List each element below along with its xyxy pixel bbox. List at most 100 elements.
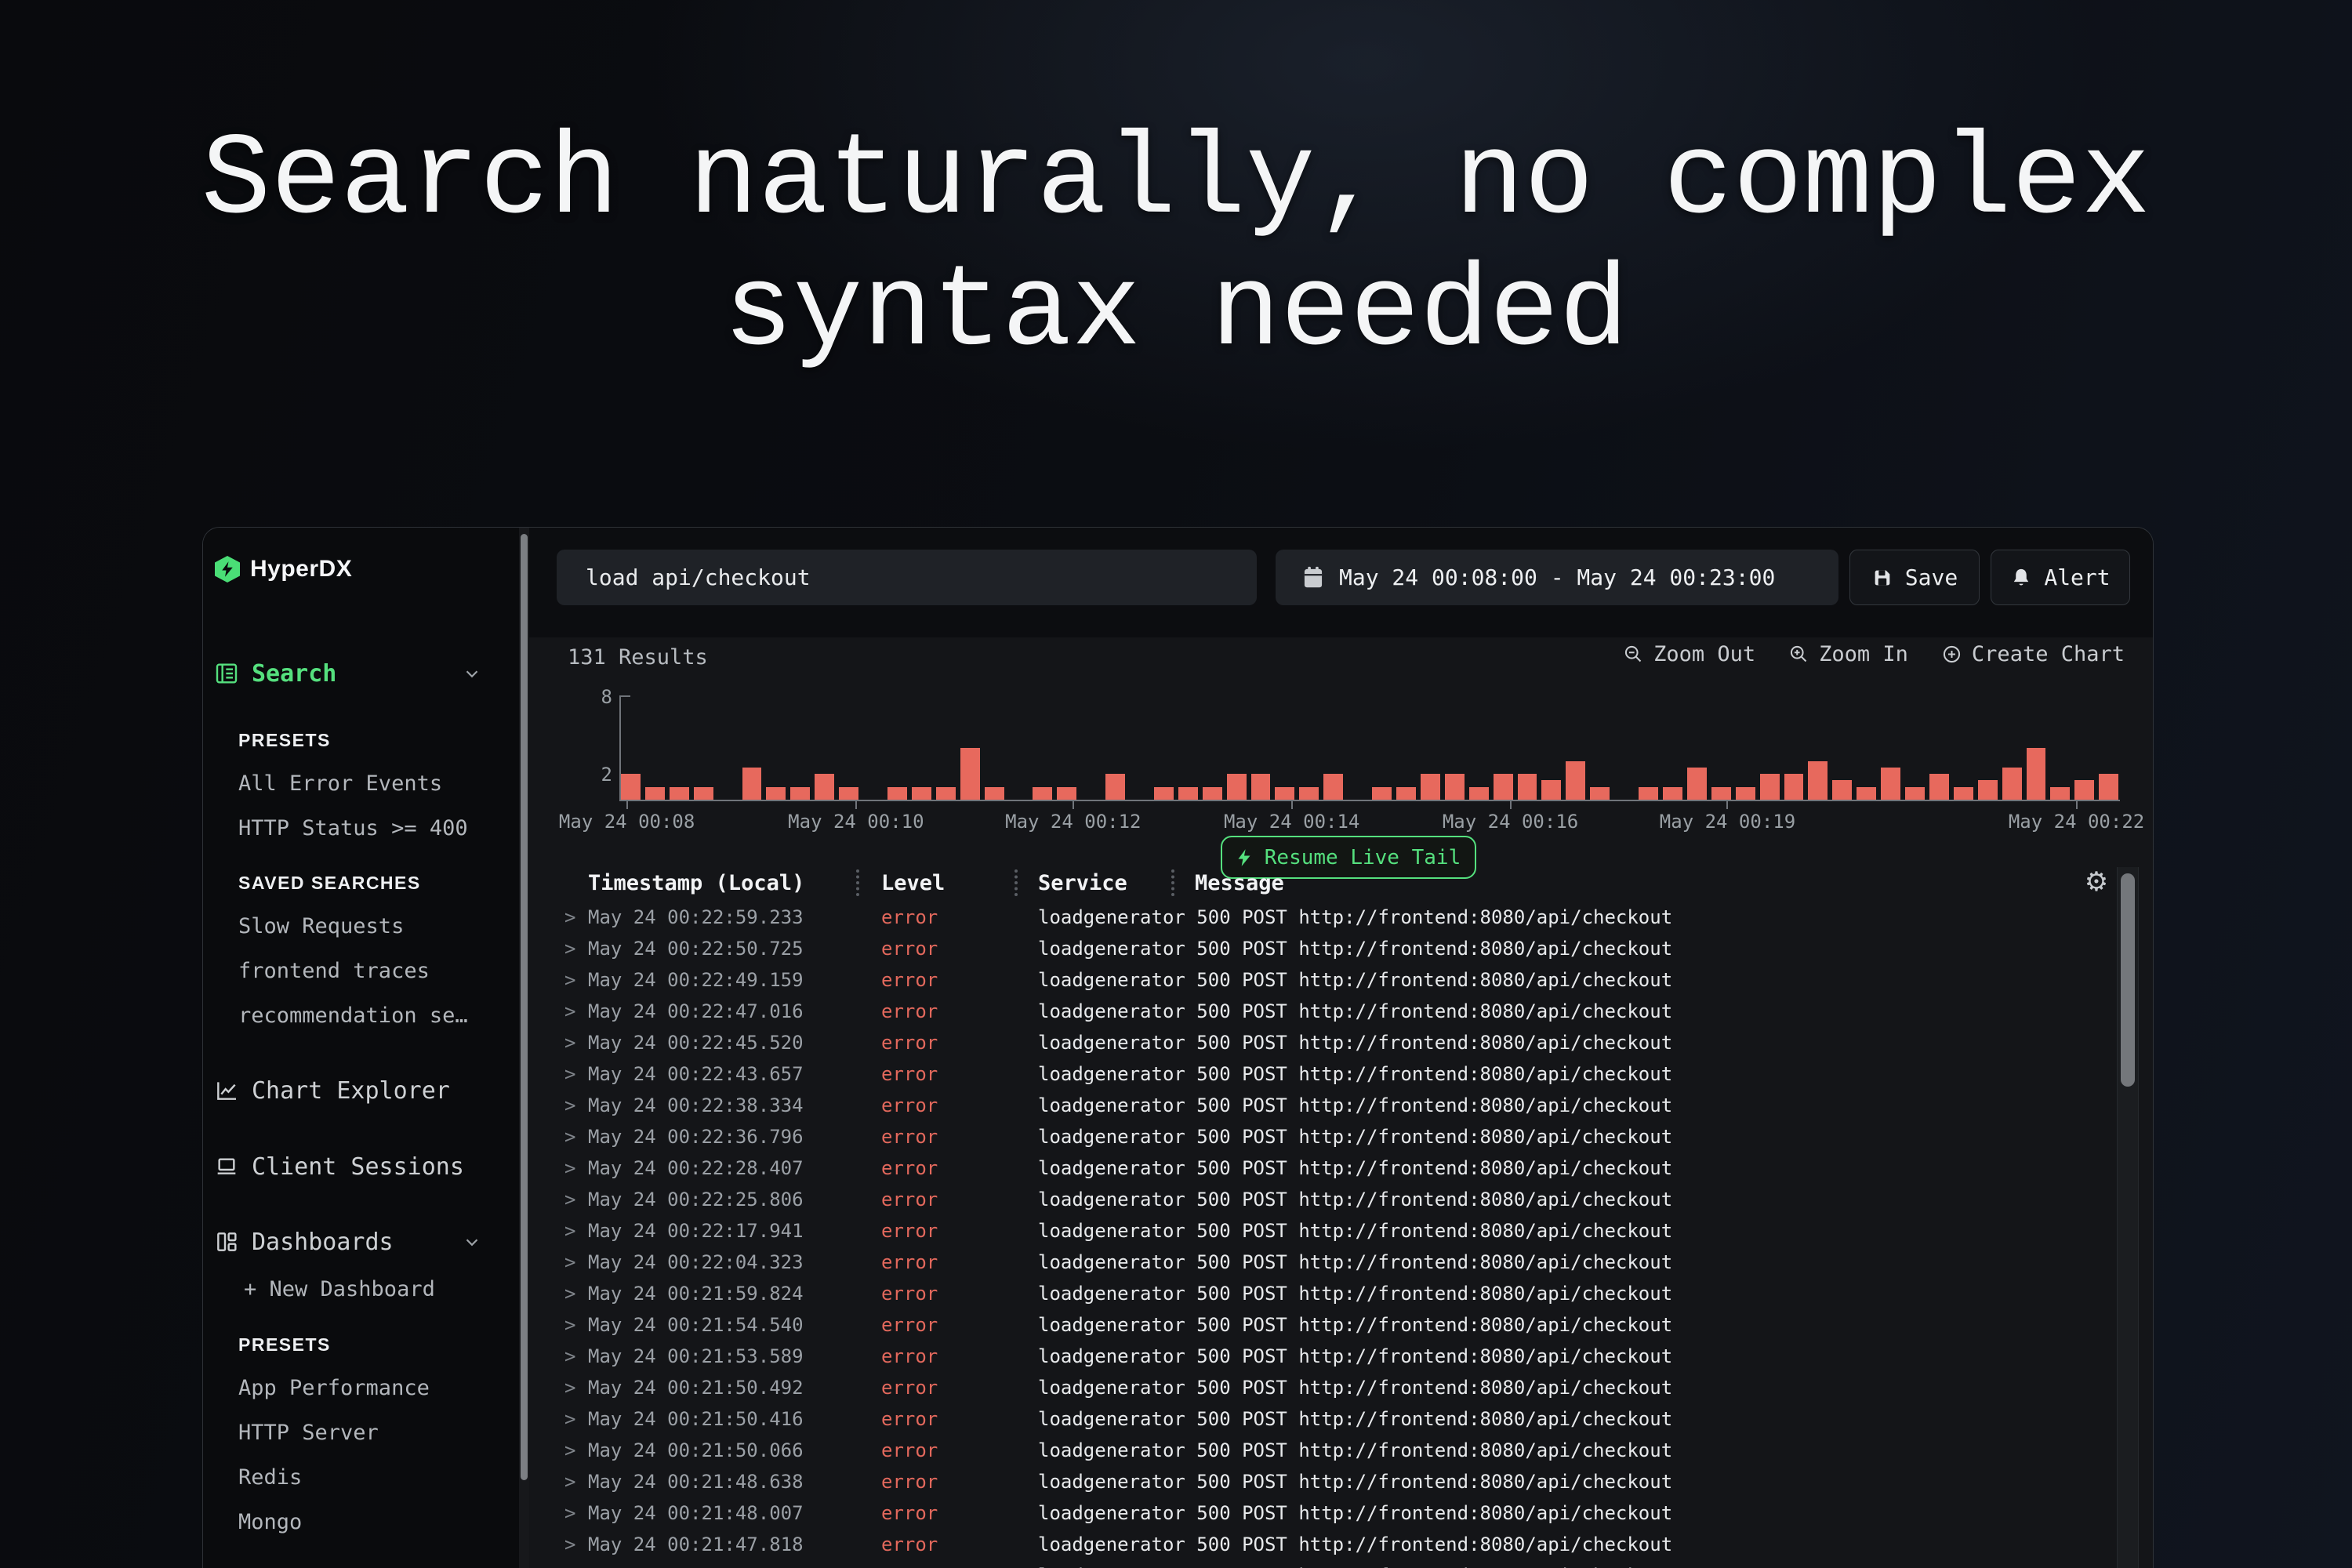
table-settings-gear-icon[interactable]: ⚙ — [2082, 868, 2111, 896]
histogram-bar[interactable] — [936, 787, 956, 800]
histogram-bar[interactable] — [1057, 787, 1076, 800]
histogram-bar[interactable] — [1857, 787, 1876, 800]
histogram-bar[interactable] — [1663, 787, 1682, 800]
sidebar-item-dashboard-preset[interactable]: Redis — [203, 1455, 519, 1500]
histogram-bar[interactable] — [912, 787, 931, 800]
histogram-bar[interactable] — [2099, 774, 2118, 800]
sidebar-item-saved-search[interactable]: Slow Requests — [203, 904, 519, 949]
sidebar-item-client-sessions[interactable]: Client Sessions — [203, 1148, 519, 1185]
sidebar-item-preset[interactable]: HTTP Status >= 400 — [203, 806, 519, 851]
log-row[interactable]: >May 24 00:22:38.334errorloadgenerator 5… — [529, 1090, 2113, 1121]
histogram-bar[interactable] — [766, 787, 786, 800]
column-header-message[interactable]: Message — [1195, 871, 1284, 895]
log-row[interactable]: >May 24 00:22:47.016errorloadgenerator 5… — [529, 996, 2113, 1027]
new-dashboard-button[interactable]: + New Dashboard — [244, 1272, 435, 1305]
sidebar-item-chart-explorer[interactable]: Chart Explorer — [203, 1072, 519, 1109]
histogram-bar[interactable] — [1105, 774, 1125, 800]
histogram-bar[interactable] — [1929, 774, 1949, 800]
date-range-picker[interactable]: May 24 00:08:00 - May 24 00:23:00 — [1276, 550, 1838, 605]
histogram-bar[interactable] — [2027, 748, 2046, 800]
histogram-bar[interactable] — [985, 787, 1004, 800]
event-histogram[interactable] — [621, 697, 2118, 800]
histogram-bar[interactable] — [1203, 787, 1222, 800]
histogram-bar[interactable] — [1154, 787, 1174, 800]
histogram-bar[interactable] — [1784, 774, 1804, 800]
histogram-bar[interactable] — [2002, 768, 2022, 800]
log-row[interactable]: >May 24 00:21:47.818errorloadgenerator 5… — [529, 1529, 2113, 1560]
log-row[interactable]: >May 24 00:22:25.806errorloadgenerator 5… — [529, 1184, 2113, 1215]
histogram-bar[interactable] — [1299, 787, 1319, 800]
histogram-bar[interactable] — [1494, 774, 1513, 800]
histogram-bar[interactable] — [1421, 774, 1440, 800]
column-resize-handle[interactable] — [1014, 869, 1018, 896]
histogram-bar[interactable] — [2050, 787, 2070, 800]
histogram-bar[interactable] — [960, 748, 980, 800]
histogram-bar[interactable] — [1033, 787, 1052, 800]
histogram-bar[interactable] — [1445, 774, 1465, 800]
histogram-bar[interactable] — [1323, 774, 1343, 800]
log-row[interactable]: >May 24 00:22:28.407errorloadgenerator 5… — [529, 1152, 2113, 1184]
log-row[interactable]: >May 24 00:21:59.824errorloadgenerator 5… — [529, 1278, 2113, 1309]
alert-button[interactable]: Alert — [1991, 550, 2130, 605]
histogram-bar[interactable] — [1736, 787, 1755, 800]
sidebar-item-dashboard-preset[interactable]: HTTP Server — [203, 1410, 519, 1455]
log-row[interactable]: >May 24 00:22:17.941errorloadgenerator 5… — [529, 1215, 2113, 1247]
log-row[interactable]: >May 24 00:22:45.520errorloadgenerator 5… — [529, 1027, 2113, 1058]
column-resize-handle[interactable] — [856, 869, 859, 896]
zoom-in-button[interactable]: Zoom In — [1788, 642, 1908, 666]
histogram-bar[interactable] — [1808, 761, 1828, 800]
histogram-bar[interactable] — [1590, 787, 1610, 800]
histogram-bar[interactable] — [1251, 774, 1271, 800]
histogram-bar[interactable] — [839, 787, 858, 800]
histogram-bar[interactable] — [1881, 768, 1900, 800]
log-row[interactable]: >May 24 00:21:47.818errorloadgenerator 5… — [529, 1560, 2113, 1568]
log-row[interactable]: >May 24 00:22:36.796errorloadgenerator 5… — [529, 1121, 2113, 1152]
column-resize-handle[interactable] — [1171, 869, 1174, 896]
histogram-bar[interactable] — [645, 787, 665, 800]
histogram-bar[interactable] — [742, 768, 762, 800]
app-logo[interactable]: HyperDX — [215, 556, 352, 583]
histogram-bar[interactable] — [1566, 761, 1585, 800]
sidebar-item-saved-search[interactable]: frontend traces — [203, 949, 519, 993]
histogram-bar[interactable] — [1275, 787, 1294, 800]
histogram-bar[interactable] — [1978, 780, 1998, 800]
log-row[interactable]: >May 24 00:22:50.725errorloadgenerator 5… — [529, 933, 2113, 964]
histogram-bar[interactable] — [1711, 787, 1731, 800]
column-header-service[interactable]: Service — [1038, 871, 1127, 895]
histogram-bar[interactable] — [1954, 787, 1973, 800]
histogram-bar[interactable] — [1905, 787, 1925, 800]
log-row[interactable]: >May 24 00:22:59.233errorloadgenerator 5… — [529, 902, 2113, 933]
log-row[interactable]: >May 24 00:21:54.540errorloadgenerator 5… — [529, 1309, 2113, 1341]
sidebar-item-dashboard-preset[interactable]: Mongo — [203, 1500, 519, 1544]
histogram-bar[interactable] — [1372, 787, 1392, 800]
table-scrollbar-thumb[interactable] — [2121, 873, 2135, 1087]
log-row[interactable]: >May 24 00:22:43.657errorloadgenerator 5… — [529, 1058, 2113, 1090]
column-header-timestamp[interactable]: Timestamp (Local) — [588, 871, 804, 895]
log-row[interactable]: >May 24 00:21:50.492errorloadgenerator 5… — [529, 1372, 2113, 1403]
histogram-bar[interactable] — [694, 787, 713, 800]
column-header-level[interactable]: Level — [881, 871, 945, 895]
sidebar-item-saved-search[interactable]: recommendation se… — [203, 993, 519, 1038]
log-row[interactable]: >May 24 00:21:53.589errorloadgenerator 5… — [529, 1341, 2113, 1372]
histogram-bar[interactable] — [790, 787, 810, 800]
sidebar-scrollbar-thumb[interactable] — [521, 534, 528, 1480]
save-button[interactable]: Save — [1849, 550, 1980, 605]
histogram-bar[interactable] — [1518, 774, 1537, 800]
histogram-bar[interactable] — [670, 787, 689, 800]
histogram-bar[interactable] — [1396, 787, 1416, 800]
histogram-bar[interactable] — [815, 774, 834, 800]
histogram-bar[interactable] — [1760, 774, 1780, 800]
histogram-bar[interactable] — [2074, 780, 2094, 800]
log-row[interactable]: >May 24 00:21:50.416errorloadgenerator 5… — [529, 1403, 2113, 1435]
histogram-bar[interactable] — [1178, 787, 1198, 800]
zoom-out-button[interactable]: Zoom Out — [1623, 642, 1755, 666]
sidebar-item-dashboard-preset[interactable]: App Performance — [203, 1366, 519, 1410]
histogram-bar[interactable] — [1469, 787, 1489, 800]
log-row[interactable]: >May 24 00:21:48.638errorloadgenerator 5… — [529, 1466, 2113, 1497]
search-input[interactable]: load api/checkout — [557, 550, 1257, 605]
log-row[interactable]: >May 24 00:21:50.066errorloadgenerator 5… — [529, 1435, 2113, 1466]
log-row[interactable]: >May 24 00:22:04.323errorloadgenerator 5… — [529, 1247, 2113, 1278]
histogram-bar[interactable] — [887, 787, 907, 800]
sidebar-item-dashboards[interactable]: Dashboards — [203, 1223, 519, 1261]
log-row[interactable]: >May 24 00:21:48.007errorloadgenerator 5… — [529, 1497, 2113, 1529]
